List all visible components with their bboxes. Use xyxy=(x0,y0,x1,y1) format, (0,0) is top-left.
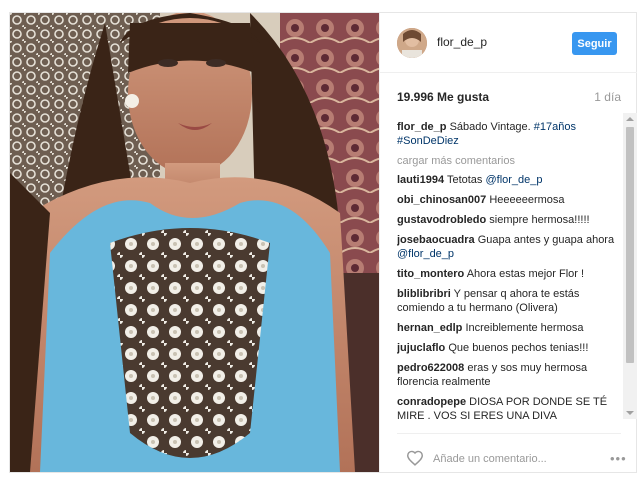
comment-text: siempre hermosa!!!!! xyxy=(489,214,590,226)
comment-username[interactable]: josebaocuadra xyxy=(397,234,475,246)
comment-username[interactable]: lauti1994 xyxy=(397,174,444,186)
comment-username[interactable]: obi_chinosan007 xyxy=(397,194,486,206)
avatar[interactable] xyxy=(397,28,427,58)
comment-username[interactable]: tito_montero xyxy=(397,268,464,280)
follow-button[interactable]: Seguir xyxy=(572,32,617,55)
mention-link[interactable]: @flor_de_p xyxy=(397,248,454,260)
comment-username[interactable]: bliblibribri xyxy=(397,288,451,300)
comment-item: pedro622008 eras y sos muy hermosa flore… xyxy=(397,361,621,389)
comment-item: lauti1994 Tetotas @flor_de_p xyxy=(397,173,621,187)
comments-scrollbar[interactable] xyxy=(623,113,637,419)
comment-username[interactable]: pedro622008 xyxy=(397,362,464,374)
post-modal: flor_de_p Seguir 19.996 Me gusta 1 día f… xyxy=(9,12,637,473)
scroll-down-arrow-icon[interactable] xyxy=(626,411,634,415)
caption: flor_de_p Sábado Vintage. #17años #SonDe… xyxy=(397,120,621,148)
comment-username[interactable]: conradopepe xyxy=(397,396,466,408)
scrollbar-thumb[interactable] xyxy=(626,127,634,363)
comment-item: obi_chinosan007 Heeeeeermosa xyxy=(397,193,621,207)
hashtag-link[interactable]: #SonDeDiez xyxy=(397,135,459,147)
likes-count[interactable]: 19.996 Me gusta xyxy=(397,90,489,104)
comment-item: bliblibribri Y pensar q ahora te estás c… xyxy=(397,287,621,315)
comment-username[interactable]: jujuclaflo xyxy=(397,342,445,354)
post-sidebar: flor_de_p Seguir 19.996 Me gusta 1 día f… xyxy=(379,13,637,473)
comment-item: jujuclaflo Que buenos pechos tenias!!! xyxy=(397,341,621,355)
comment-item: gustavodrobledo siempre hermosa!!!!! xyxy=(397,213,621,227)
hashtag-link[interactable]: #17años xyxy=(534,121,576,133)
heart-icon[interactable] xyxy=(406,450,424,466)
comments-list: flor_de_p Sábado Vintage. #17años #SonDe… xyxy=(397,117,621,419)
comment-bar: ••• xyxy=(397,433,626,473)
caption-username[interactable]: flor_de_p xyxy=(397,121,447,133)
post-time[interactable]: 1 día xyxy=(594,90,621,104)
comment-username[interactable]: gustavodrobledo xyxy=(397,214,486,226)
scroll-up-arrow-icon[interactable] xyxy=(626,117,634,121)
more-options-icon[interactable]: ••• xyxy=(610,451,627,466)
comment-item: conradopepe DIOSA POR DONDE SE TÉ MIRE ,… xyxy=(397,395,621,419)
comment-text: Que buenos pechos tenias!!! xyxy=(448,342,589,354)
comment-text: Increiblemente hermosa xyxy=(465,322,584,334)
caption-text: Sábado Vintage. xyxy=(449,121,531,133)
load-more-comments[interactable]: cargar más comentarios xyxy=(397,154,621,168)
post-photo[interactable] xyxy=(10,13,379,472)
comment-username[interactable]: hernan_edlp xyxy=(397,322,462,334)
add-comment-input[interactable] xyxy=(433,453,593,465)
post-header: flor_de_p Seguir xyxy=(380,13,637,73)
header-username[interactable]: flor_de_p xyxy=(437,35,487,49)
comment-text: Ahora estas mejor Flor ! xyxy=(466,268,585,280)
comment-item: josebaocuadra Guapa antes y guapa ahora … xyxy=(397,233,621,261)
comment-text: Heeeeeermosa xyxy=(489,194,565,206)
mention-link[interactable]: @flor_de_p xyxy=(485,174,542,186)
comment-item: tito_montero Ahora estas mejor Flor ! xyxy=(397,267,621,281)
woman-portrait-image xyxy=(10,13,379,472)
comment-text: Guapa antes y guapa ahora xyxy=(477,234,615,246)
comment-item: hernan_edlp Increiblemente hermosa xyxy=(397,321,621,335)
comment-text: Tetotas xyxy=(446,174,483,186)
